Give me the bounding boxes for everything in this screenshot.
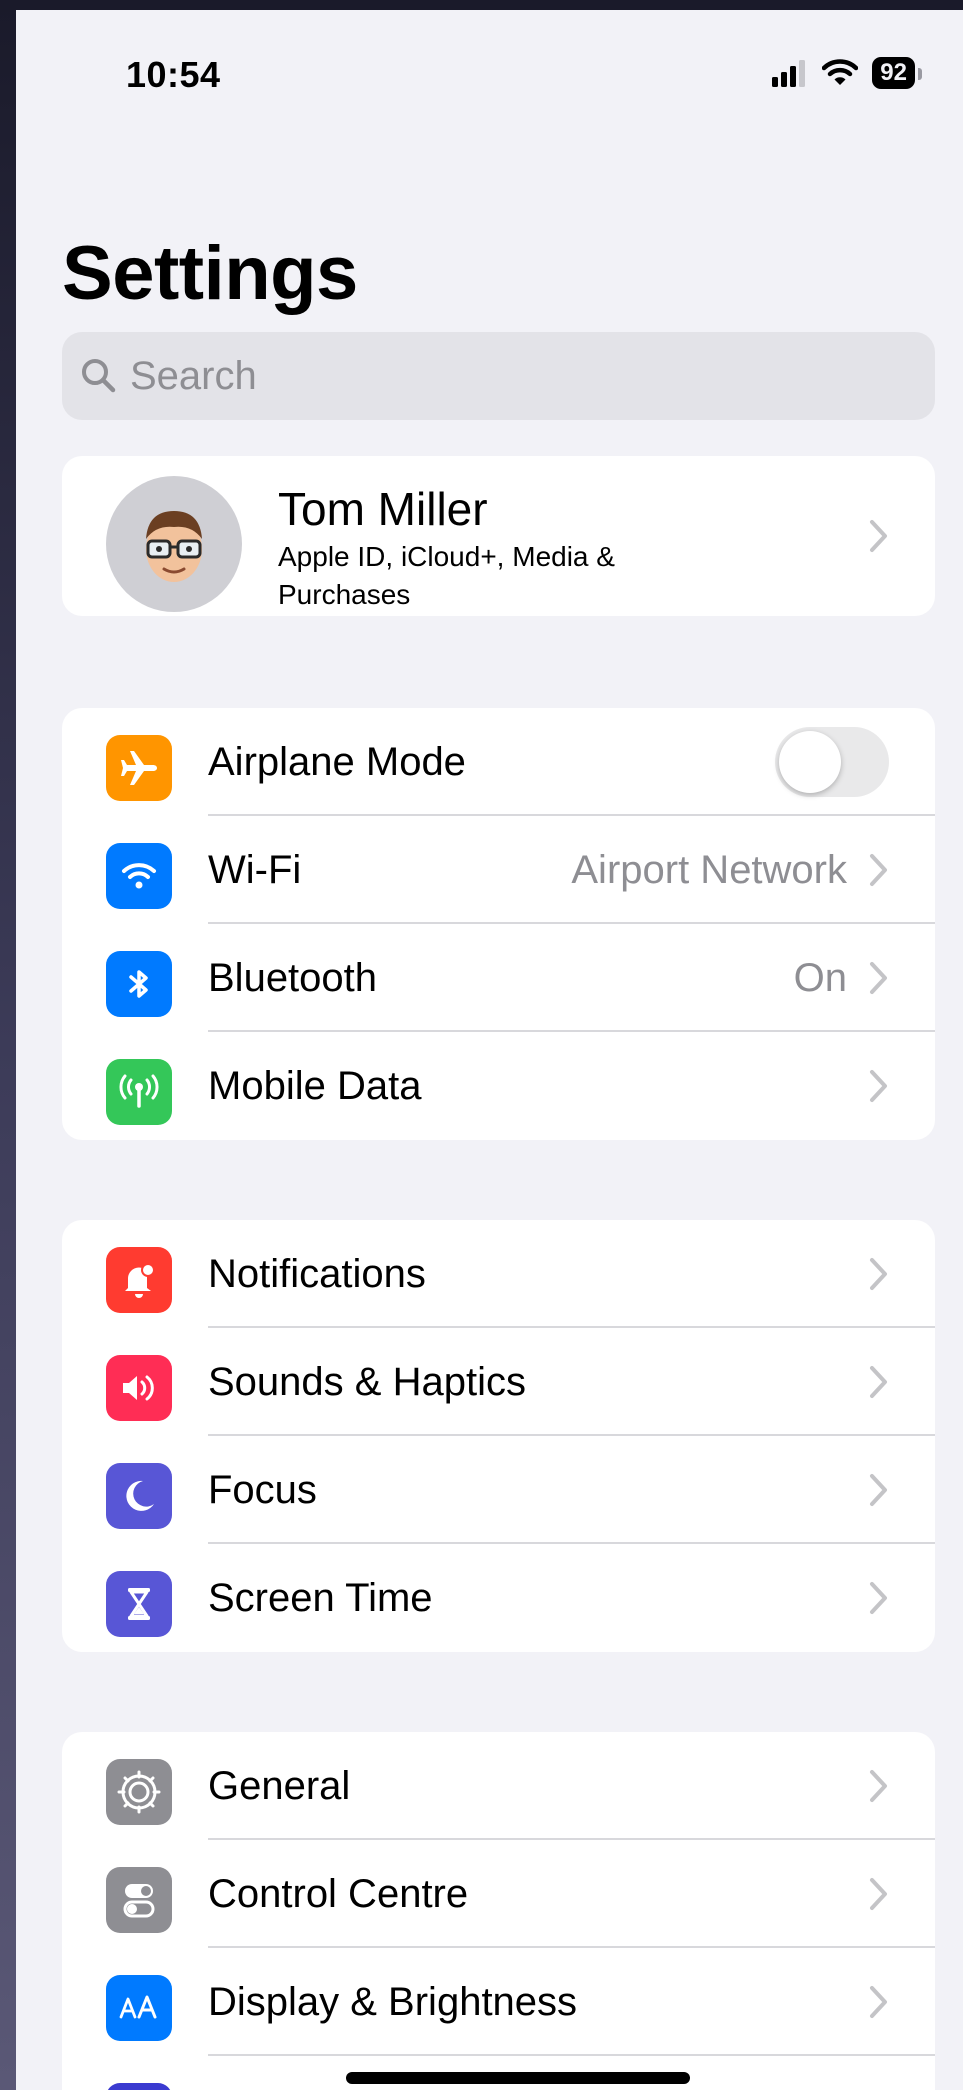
search-icon — [82, 359, 116, 393]
settings-row-label: Mobile Data — [208, 1064, 422, 1108]
settings-row-label: Airplane Mode — [208, 740, 466, 784]
settings-row-label: Screen Time — [208, 1576, 433, 1620]
settings-row-sounds-haptics[interactable]: Sounds & Haptics — [62, 1328, 935, 1436]
search-input[interactable] — [128, 352, 912, 400]
memoji-avatar-icon — [146, 511, 202, 582]
settings-row-label: Bluetooth — [208, 956, 378, 1000]
status-bar: 10:54 92 — [16, 10, 963, 130]
chevron-right-icon — [870, 1070, 887, 1102]
chevron-right-icon — [870, 1582, 887, 1614]
search-bar[interactable] — [62, 332, 935, 420]
wifi-icon — [106, 843, 172, 909]
wifi-network-value: Airport Network — [571, 848, 847, 892]
airplane-mode-toggle[interactable] — [775, 727, 889, 797]
battery-icon: 92 — [872, 57, 922, 89]
chevron-right-icon — [870, 1474, 887, 1506]
settings-row-screen-time[interactable]: Screen Time — [62, 1544, 935, 1652]
chevron-right-icon — [870, 1258, 887, 1290]
settings-row-label: Wi-Fi — [208, 848, 302, 892]
settings-row-wifi[interactable]: Wi-Fi Airport Network — [62, 816, 935, 924]
settings-row-label: Notifications — [208, 1252, 426, 1296]
general-group: General Control Centre Display & Brightn… — [62, 1732, 935, 2090]
home-indicator[interactable] — [346, 2072, 690, 2084]
chevron-right-icon — [870, 1878, 887, 1910]
settings-row-label: General — [208, 1764, 351, 1808]
toggle-knob — [779, 731, 841, 793]
settings-row-label: Display & Brightness — [208, 1980, 578, 2024]
bluetooth-status-value: On — [793, 956, 847, 1000]
settings-row-bluetooth[interactable]: Bluetooth On — [62, 924, 935, 1032]
connectivity-group: Airplane Mode Wi-Fi Airport Network Blue… — [62, 708, 935, 1140]
profile-subtitle: Apple ID, iCloud+, Media & Purchases — [278, 541, 615, 610]
chevron-right-icon — [870, 1770, 887, 1802]
signal-icon — [772, 60, 806, 87]
moon-icon — [106, 1463, 172, 1529]
chevron-right-icon — [870, 520, 887, 552]
settings-row-focus[interactable]: Focus — [62, 1436, 935, 1544]
chevron-right-icon — [870, 854, 887, 886]
settings-row-label: Sounds & Haptics — [208, 1360, 526, 1404]
switches-icon — [106, 1867, 172, 1933]
settings-row-general[interactable]: General — [62, 1732, 935, 1840]
settings-row-control-centre[interactable]: Control Centre — [62, 1840, 935, 1948]
settings-row-label: Control Centre — [208, 1872, 469, 1916]
bell-icon — [106, 1247, 172, 1313]
chevron-right-icon — [870, 962, 887, 994]
airplane-icon — [106, 735, 172, 801]
chevron-right-icon — [870, 1986, 887, 2018]
text-size-icon — [106, 1975, 172, 2041]
wifi-status-icon — [822, 59, 859, 85]
home-screen-icon — [106, 2083, 172, 2090]
settings-row-display-brightness[interactable]: Display & Brightness — [62, 1948, 935, 2056]
settings-row-airplane-mode[interactable]: Airplane Mode — [62, 708, 935, 816]
chevron-right-icon — [870, 1366, 887, 1398]
gear-icon — [106, 1759, 172, 1825]
settings-screen: 10:54 92 Settings Search Tom Miller Appl… — [16, 10, 963, 2090]
status-time: 10:54 — [126, 54, 221, 95]
status-indicators: 92 — [772, 56, 922, 90]
bluetooth-icon — [106, 951, 172, 1017]
antenna-icon — [106, 1059, 172, 1125]
notifications-group: Notifications Sounds & Haptics Focus Scr… — [62, 1220, 935, 1652]
avatar — [106, 476, 242, 612]
hourglass-icon — [106, 1571, 172, 1637]
profile-name: Tom Miller — [278, 483, 488, 535]
settings-row-notifications[interactable]: Notifications — [62, 1220, 935, 1328]
page-title: Settings — [62, 231, 358, 316]
speaker-icon — [106, 1355, 172, 1421]
settings-row-label: Focus — [208, 1468, 317, 1512]
settings-row-mobile-data[interactable]: Mobile Data — [62, 1032, 935, 1140]
apple-id-profile[interactable]: Tom Miller Apple ID, iCloud+, Media & Pu… — [62, 456, 935, 616]
